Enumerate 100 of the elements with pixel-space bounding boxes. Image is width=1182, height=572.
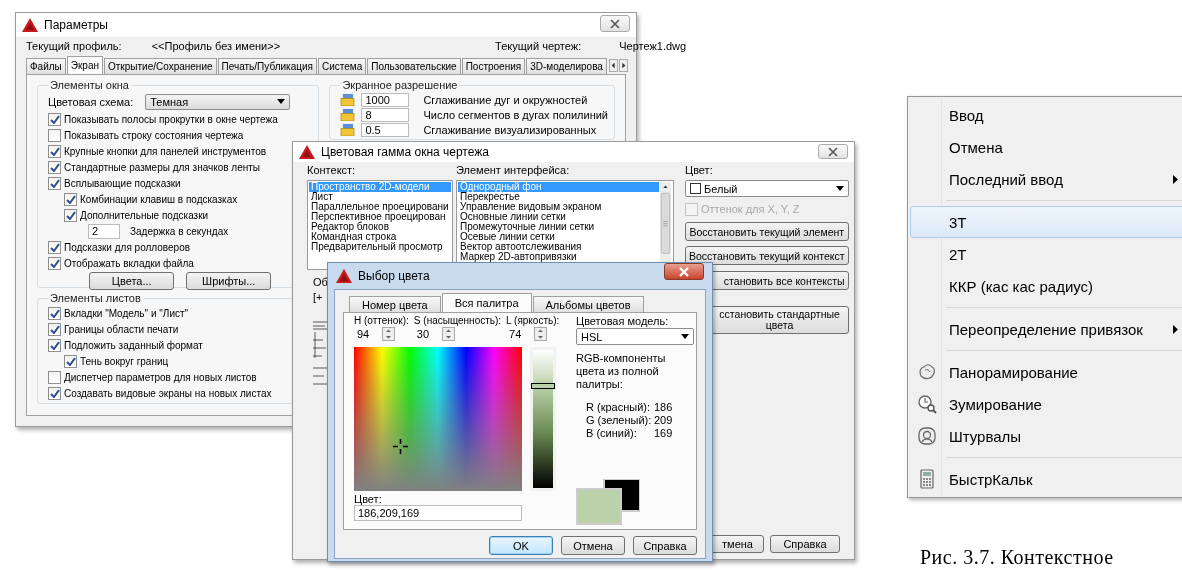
- list-item[interactable]: Основные линии сетки: [458, 212, 659, 222]
- tab[interactable]: Экран: [66, 56, 103, 74]
- menu-item[interactable]: 2Т: [910, 238, 1182, 270]
- tab[interactable]: 3D-моделирова: [526, 58, 607, 74]
- menu-item[interactable]: Ввод: [910, 99, 1182, 131]
- menu-item[interactable]: Штурвалы: [910, 420, 1182, 452]
- checkbox[interactable]: [48, 160, 61, 174]
- checkbox-label: Комбинации клавиш в подсказках: [80, 193, 238, 205]
- color-swatch: [690, 183, 701, 194]
- tab[interactable]: Печать/Публикация: [217, 58, 317, 74]
- close-button[interactable]: [600, 15, 630, 32]
- number-field[interactable]: 2: [88, 223, 120, 239]
- checkbox[interactable]: [64, 208, 77, 222]
- spinner-arrows-icon[interactable]: [534, 326, 548, 341]
- list-item[interactable]: Параллельное проецировани: [309, 202, 451, 212]
- number-field[interactable]: 94: [354, 326, 380, 341]
- list-item[interactable]: Перспективное проецирован: [309, 212, 451, 222]
- lightness-slider[interactable]: [530, 347, 556, 491]
- caret-icon: [681, 334, 689, 339]
- checkbox[interactable]: [48, 386, 61, 400]
- drawing-label: Текущий чертеж:: [495, 40, 582, 52]
- checkbox[interactable]: [48, 176, 61, 190]
- button[interactable]: OK: [489, 536, 553, 555]
- checkbox-label: Границы области печати: [64, 323, 179, 335]
- button[interactable]: Отмена: [561, 536, 625, 555]
- button[interactable]: Восстановить текущий элемент: [685, 222, 849, 241]
- menu-item[interactable]: БыстрКальк: [910, 463, 1182, 495]
- button[interactable]: Цвета...: [89, 272, 175, 290]
- menu-item[interactable]: Зумирование: [910, 388, 1182, 420]
- list-item[interactable]: Управление видовым экраном: [458, 202, 659, 212]
- tab[interactable]: Пользовательские: [367, 58, 461, 74]
- spinner-arrows-icon[interactable]: [441, 326, 455, 341]
- color-spectrum[interactable]: [354, 347, 522, 491]
- slider-thumb[interactable]: [531, 382, 555, 389]
- drawing-icon: [340, 123, 356, 136]
- button[interactable]: Справка: [633, 536, 697, 555]
- checkbox[interactable]: [48, 370, 61, 384]
- dropdown[interactable]: HSL: [576, 328, 694, 345]
- menu-item[interactable]: Последний ввод: [910, 163, 1182, 195]
- button[interactable]: Шрифты...: [186, 272, 272, 290]
- list-item[interactable]: Маркер 2D-автопривязки: [458, 252, 659, 262]
- menu-item[interactable]: Панорамирование: [910, 356, 1182, 388]
- button[interactable]: Справка: [770, 535, 840, 553]
- drawing-icon: [340, 93, 356, 106]
- checkbox[interactable]: [64, 192, 77, 206]
- spinner-arrows-icon[interactable]: [382, 326, 395, 341]
- tab[interactable]: Открытие/Сохранение: [104, 58, 217, 74]
- list-item[interactable]: Осевые линии сетки: [458, 232, 659, 242]
- close-button[interactable]: [818, 144, 848, 159]
- preview-label: Об: [313, 276, 328, 288]
- list-item[interactable]: Предварительный просмотр: [309, 242, 451, 252]
- close-button[interactable]: [664, 263, 704, 280]
- checkbox[interactable]: [48, 128, 61, 142]
- crosshair-icon[interactable]: [392, 439, 408, 455]
- profile-name: <<Профиль без имени>>: [151, 40, 281, 52]
- tab[interactable]: Файлы: [26, 58, 66, 74]
- checkbox[interactable]: [48, 112, 61, 126]
- list-item[interactable]: Промежуточные линии сетки: [458, 222, 659, 232]
- field-label: Число сегментов в дугах полилиний: [423, 108, 608, 121]
- list-item[interactable]: Командная строка: [309, 232, 451, 242]
- list-item[interactable]: Вектор автоотслеживания: [458, 242, 659, 252]
- list-item[interactable]: Лист: [309, 192, 451, 202]
- menu-item[interactable]: Переопределение привязок: [910, 313, 1182, 345]
- tab[interactable]: Построения: [461, 58, 526, 74]
- window-title: Параметры: [44, 18, 108, 32]
- calculator-icon: [917, 469, 937, 489]
- scroll-left-icon[interactable]: [608, 59, 618, 72]
- tab[interactable]: Вся палитра: [441, 293, 532, 312]
- number-field[interactable]: 1000: [361, 92, 410, 107]
- color-value-field[interactable]: 186,209,169: [354, 505, 522, 521]
- submenu-arrow-icon: [1173, 324, 1178, 334]
- dropdown[interactable]: Темная: [145, 93, 291, 110]
- checkbox-label: Тень вокруг границ: [80, 355, 169, 367]
- tab[interactable]: Альбомы цветов: [532, 296, 644, 312]
- checkbox-label: Диспетчер параметров для новых листов: [64, 371, 257, 383]
- checkbox[interactable]: [48, 256, 61, 270]
- tab[interactable]: Система: [317, 58, 367, 74]
- checkbox[interactable]: [48, 322, 61, 336]
- dropdown[interactable]: Белый: [685, 180, 849, 197]
- list-item[interactable]: Редактор блоков: [309, 222, 451, 232]
- field-label: Цвет:: [354, 493, 383, 505]
- tab[interactable]: Номер цвета: [349, 296, 441, 312]
- checkbox[interactable]: [48, 306, 61, 320]
- checkbox[interactable]: [48, 240, 61, 254]
- menu-item[interactable]: Отмена: [910, 131, 1182, 163]
- number-field[interactable]: 8: [361, 107, 410, 122]
- menu-item[interactable]: ККР (кас кас радиус): [910, 270, 1182, 302]
- button[interactable]: Восстановить текущий контекст: [685, 246, 849, 265]
- number-field[interactable]: 30: [413, 326, 440, 341]
- rgb-label: B (синий):: [586, 427, 638, 440]
- checkbox[interactable]: [64, 354, 77, 368]
- checkbox[interactable]: [48, 338, 61, 352]
- list-item[interactable]: Перекрестье: [458, 192, 659, 202]
- scroll-right-icon[interactable]: [618, 59, 628, 72]
- checkbox-label: Оттенок для X, Y, Z: [701, 203, 800, 215]
- group-title: Элементы окна: [49, 79, 130, 92]
- number-field[interactable]: 74: [506, 326, 533, 341]
- menu-item[interactable]: 3Т: [910, 206, 1182, 238]
- checkbox[interactable]: [48, 144, 61, 158]
- number-field[interactable]: 0.5: [361, 122, 410, 137]
